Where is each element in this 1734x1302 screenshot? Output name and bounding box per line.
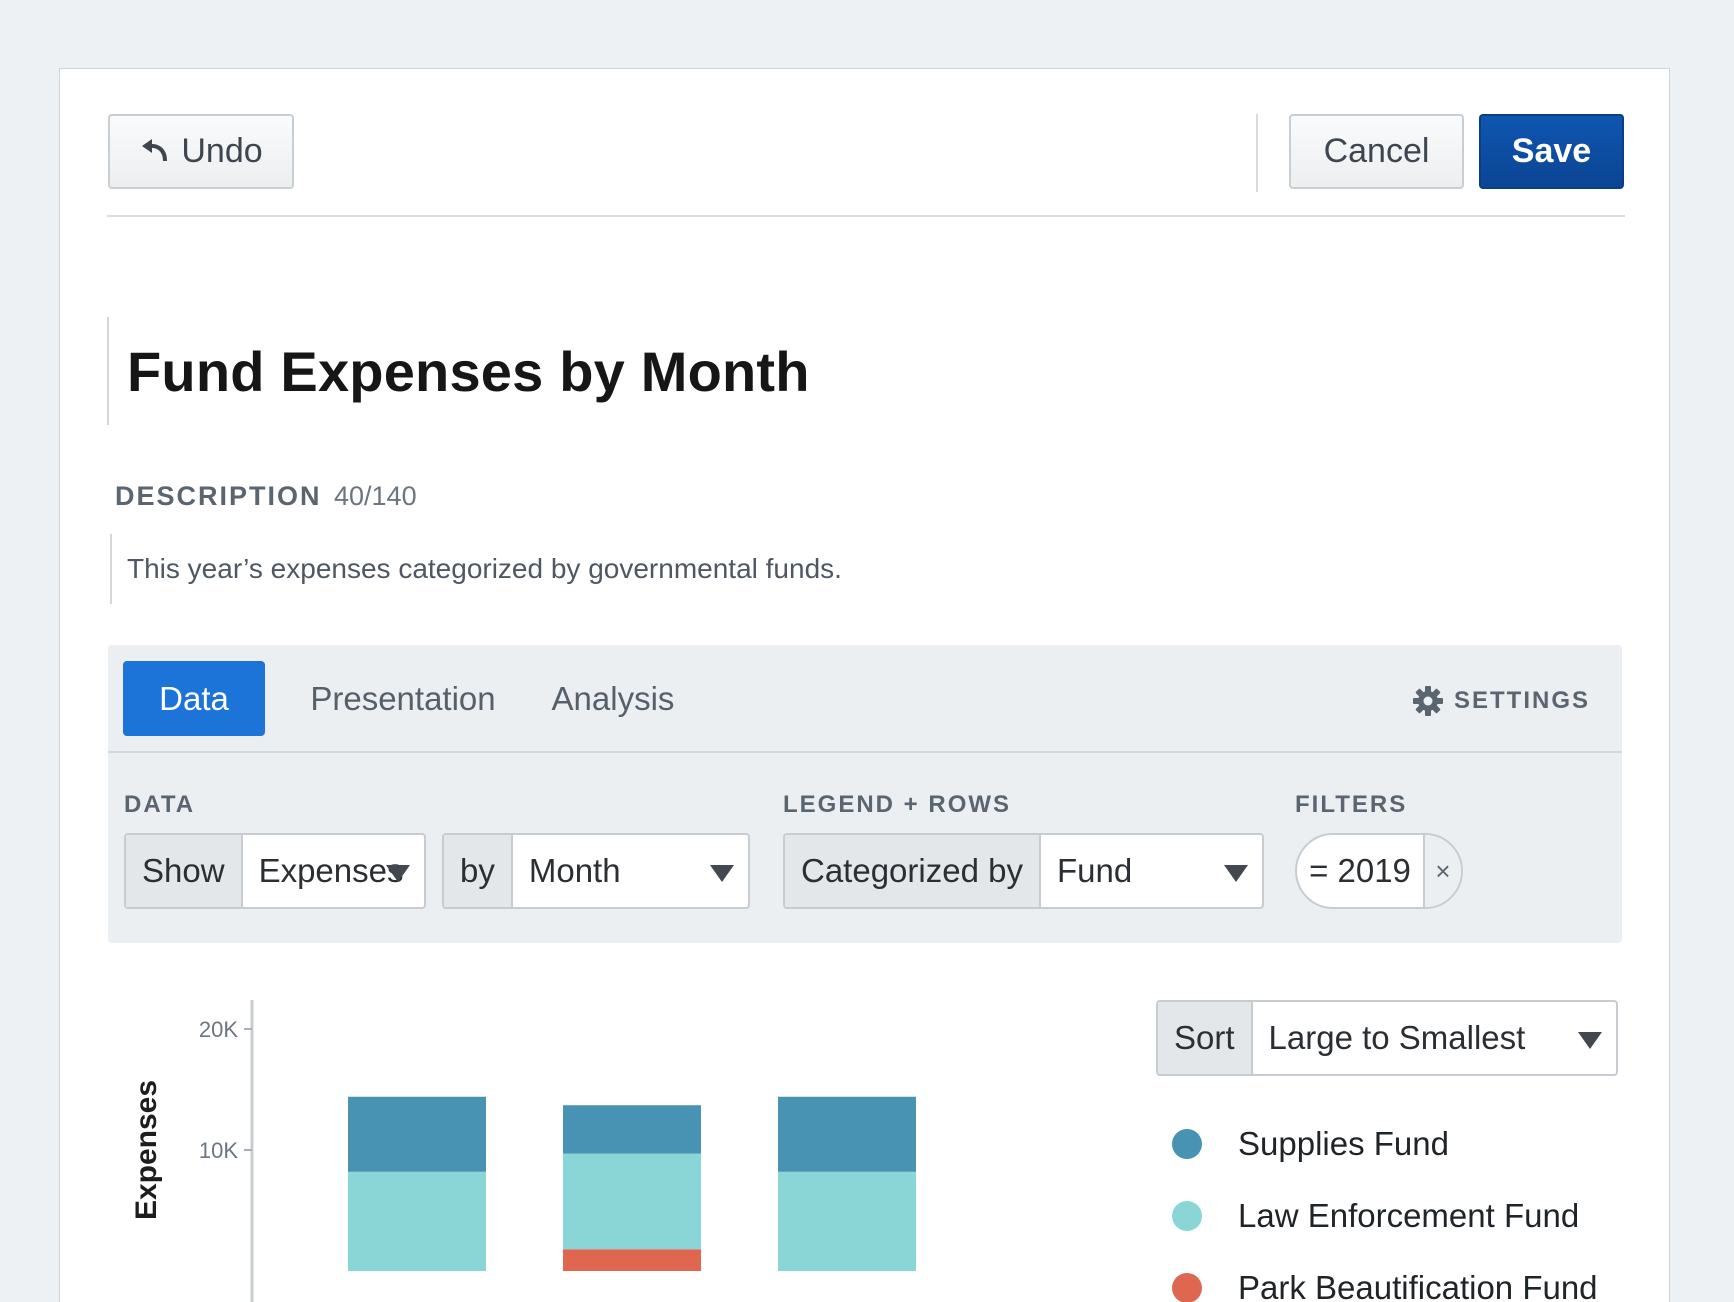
legend-swatch [1172,1273,1202,1302]
chevron-down-icon [1224,865,1248,882]
chart-config-panel: Data Presentation Analysis SETTINGS DATA… [108,645,1622,943]
sort-value-text: Large to Smallest [1268,1019,1526,1056]
stacked-bar-chart: Expenses10K20K30K [130,1000,916,1302]
bar-segment[interactable] [563,1153,701,1250]
sort-select[interactable]: Sort Large to Smallest [1156,1000,1618,1076]
show-select[interactable]: Show Expenses [124,833,426,909]
tab-presentation[interactable]: Presentation [298,661,508,736]
filter-value[interactable]: = 2019 [1297,835,1425,907]
categorized-by-value-text: Fund [1056,852,1133,889]
sort-value[interactable]: Large to Smallest [1253,1002,1616,1074]
remove-filter-icon[interactable]: × [1425,835,1461,907]
description-char-count: 40/140 [334,481,417,511]
by-value-text: Month [528,852,621,889]
bar-segment[interactable] [778,1096,916,1172]
page-title: Fund Expenses by Month [127,339,810,403]
legend-rows-label: LEGEND + ROWS [783,791,1012,818]
tab-analysis[interactable]: Analysis [533,661,693,736]
chevron-down-icon [1578,1032,1602,1049]
chart-legend: Supplies Fund Law Enforcement Fund Park … [1172,1108,1598,1302]
show-label: Show [126,835,243,907]
description-label: DESCRIPTION [115,481,322,511]
chevron-down-icon [710,865,734,882]
tab-data[interactable]: Data [123,661,265,736]
gear-icon [1412,686,1443,716]
panel-divider [108,751,1622,753]
by-label: by [444,835,513,907]
legend-label: Law Enforcement Fund [1238,1197,1580,1234]
filters-label: FILTERS [1295,791,1408,818]
filter-pill: = 2019 × [1295,833,1463,909]
settings-label: SETTINGS [1453,687,1590,714]
legend-item-law-enforcement[interactable]: Law Enforcement Fund [1172,1180,1598,1252]
cancel-button[interactable]: Cancel [1289,114,1464,189]
legend-item-park-beautification[interactable]: Park Beautification Fund [1172,1252,1598,1302]
bar-segment[interactable] [563,1249,701,1271]
y-tick-label: 20K [199,1017,238,1042]
undo-label: Undo [181,132,263,170]
show-value[interactable]: Expenses [243,835,424,907]
categorized-by-select[interactable]: Categorized by Fund [783,833,1264,909]
toolbar-divider [1256,114,1258,192]
by-select[interactable]: by Month [442,833,750,909]
save-button[interactable]: Save [1479,114,1624,189]
title-field[interactable]: Fund Expenses by Month [107,317,810,425]
by-value[interactable]: Month [513,835,748,907]
legend-item-supplies[interactable]: Supplies Fund [1172,1108,1598,1180]
chevron-down-icon [386,865,410,882]
settings-button[interactable]: SETTINGS [1412,685,1590,717]
legend-swatch [1172,1129,1202,1159]
sort-label: Sort [1158,1002,1253,1074]
description-field[interactable]: This year’s expenses categorized by gove… [110,534,842,604]
toolbar-divider-line [107,215,1625,217]
legend-swatch [1172,1201,1202,1231]
categorized-by-label: Categorized by [785,835,1041,907]
legend-label: Park Beautification Fund [1238,1269,1598,1302]
bar-segment[interactable] [563,1105,701,1154]
y-axis-title: Expenses [130,1080,163,1220]
data-section-label: DATA [124,791,196,818]
legend-label: Supplies Fund [1238,1125,1449,1162]
y-tick-label: 10K [199,1138,238,1163]
bar-segment[interactable] [348,1171,486,1271]
undo-button[interactable]: Undo [108,114,294,189]
categorized-by-value[interactable]: Fund [1041,835,1262,907]
show-value-text: Expenses [258,852,404,889]
undo-icon [142,138,168,161]
bar-segment[interactable] [348,1096,486,1172]
bar-segment[interactable] [778,1171,916,1271]
description-text: This year’s expenses categorized by gove… [127,553,842,584]
